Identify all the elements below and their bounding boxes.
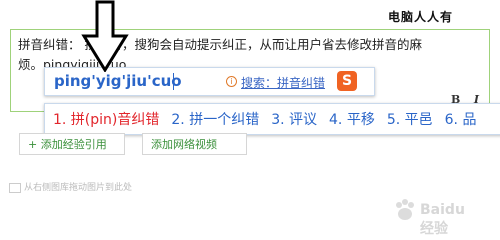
- ime-search-link[interactable]: 搜索：拼音纠错: [241, 74, 325, 91]
- annotation-arrow-icon: [81, 0, 129, 72]
- search-icon: i: [226, 76, 237, 87]
- ime-candidate-bar: 1. 拼(pin)音纠错 2. 拼一个纠错 3. 评议 4. 平移 5. 平邑 6. 品: [44, 103, 500, 135]
- add-video-button[interactable]: 添加网络视频: [142, 133, 247, 155]
- ime-pinyin-text: ping'yig'jiu'cuo: [54, 72, 182, 90]
- watermark-text: Baidu 经验: [420, 202, 465, 237]
- baidu-paw-icon: [396, 199, 414, 220]
- site-brand: 电脑人人有: [388, 10, 454, 24]
- image-icon: [9, 182, 21, 193]
- ime-candidate[interactable]: 6. 品: [445, 109, 477, 129]
- ime-candidate[interactable]: 4. 平移: [329, 109, 375, 129]
- candidate-list: 1. 拼(pin)音纠错 2. 拼一个纠错 3. 评议 4. 平移 5. 平邑 6. 品: [53, 109, 488, 129]
- sogou-logo-icon: S: [337, 71, 357, 91]
- drag-image-hint-text: 从右侧图库拖动图片到此处: [24, 183, 133, 193]
- drag-image-hint: 从右侧图库拖动图片到此处: [9, 180, 132, 193]
- text-caret: [173, 73, 174, 90]
- ime-candidate[interactable]: 1. 拼(pin)音纠错: [53, 109, 159, 129]
- ime-candidate[interactable]: 5. 平邑: [387, 109, 433, 129]
- ime-candidate[interactable]: 3. 评议: [271, 109, 317, 129]
- add-reference-button[interactable]: + 添加经验引用: [19, 133, 125, 155]
- ime-candidate[interactable]: 2. 拼一个纠错: [171, 109, 259, 129]
- baidu-watermark: Baidu 经验: [393, 198, 465, 237]
